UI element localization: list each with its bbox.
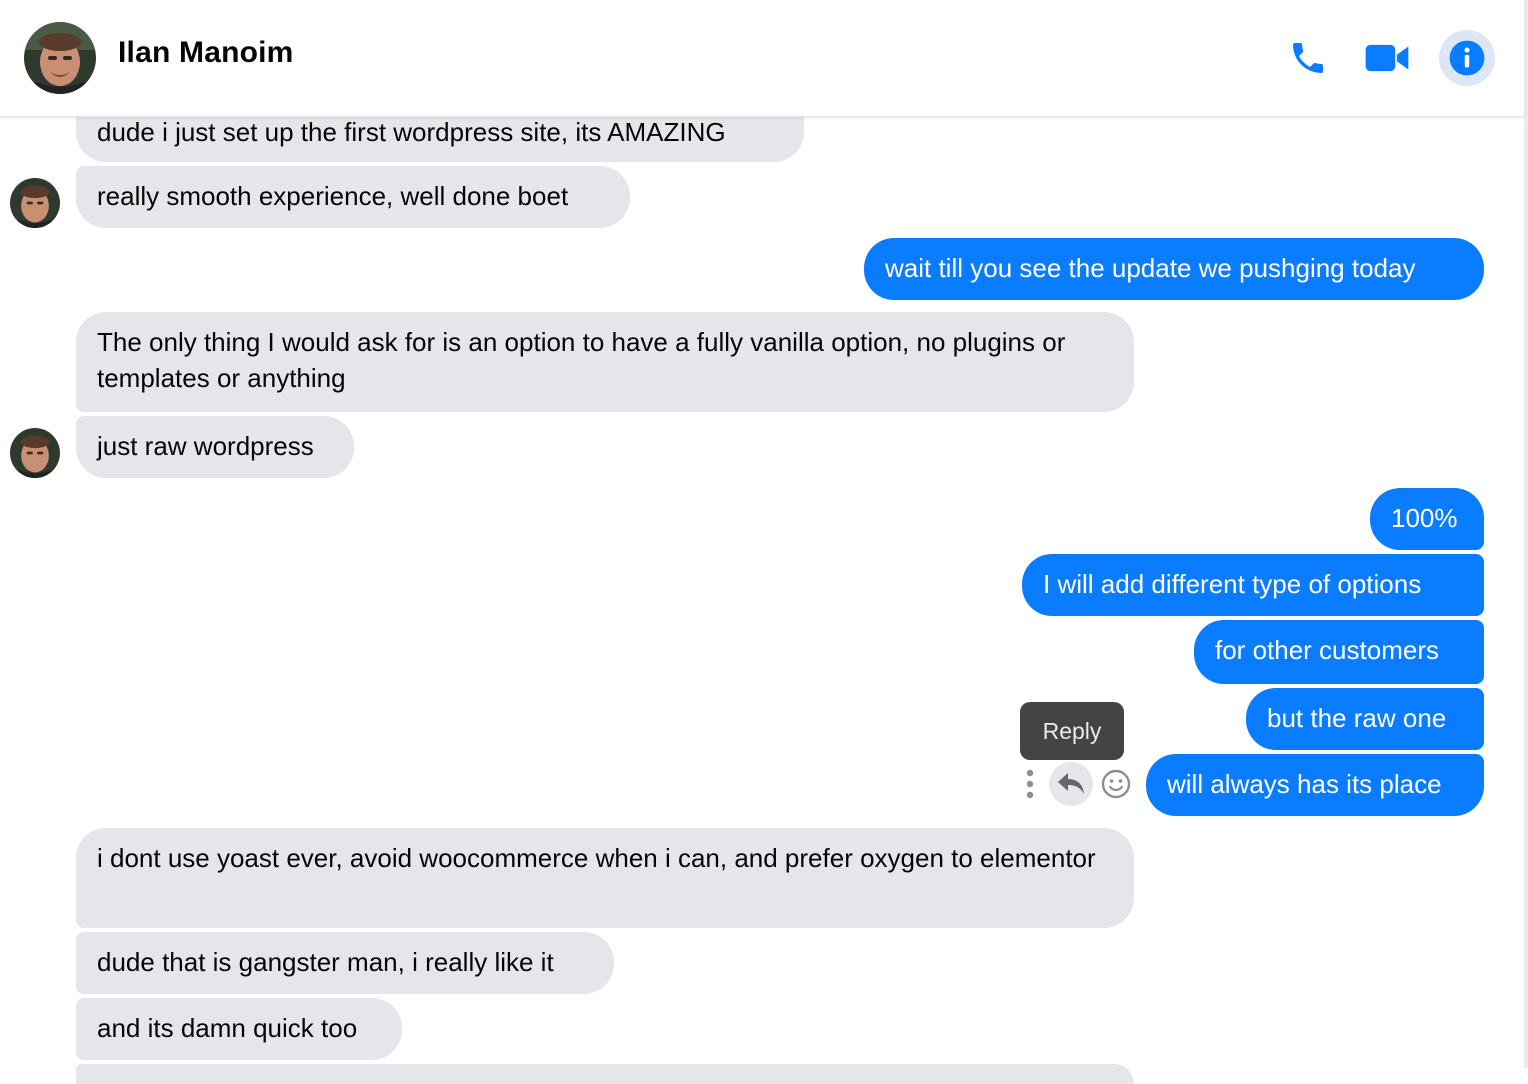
message-bubble-incoming[interactable]: i dont use yoast ever, avoid woocommerce… xyxy=(76,828,1134,928)
message-bubble-outgoing[interactable]: for other customers xyxy=(1194,620,1484,684)
phone-icon[interactable] xyxy=(1280,30,1336,86)
reply-tooltip: Reply xyxy=(1020,702,1124,760)
message-bubble-incoming[interactable]: and its damn quick too xyxy=(76,998,402,1060)
scrollbar-track[interactable] xyxy=(1524,0,1528,1068)
message-bubble-outgoing[interactable]: I will add different type of options xyxy=(1022,554,1484,616)
contact-name: Ilan Manoim xyxy=(118,36,294,69)
more-options-icon[interactable] xyxy=(1018,766,1042,802)
message-bubble-incoming[interactable]: dude that is gangster man, i really like… xyxy=(76,932,614,994)
video-camera-icon[interactable] xyxy=(1359,30,1415,86)
react-emoji-icon[interactable] xyxy=(1100,768,1132,800)
message-bubble-outgoing[interactable]: wait till you see the update we pushging… xyxy=(864,238,1484,300)
info-icon[interactable] xyxy=(1439,30,1495,86)
message-bubble-incoming[interactable]: really smooth experience, well done boet xyxy=(76,166,630,228)
message-bubble-incoming[interactable]: The only thing I would ask for is an opt… xyxy=(76,312,1134,412)
sender-avatar[interactable] xyxy=(10,428,60,478)
sender-avatar[interactable] xyxy=(10,178,60,228)
message-bubble-incoming[interactable]: just raw wordpress xyxy=(76,416,354,478)
contact-avatar[interactable] xyxy=(24,22,96,94)
conversation-header: Ilan Manoim xyxy=(0,0,1524,117)
message-bubble-outgoing[interactable]: but the raw one xyxy=(1246,688,1484,750)
message-bubble-incoming-partial[interactable] xyxy=(76,1064,1134,1084)
reply-icon[interactable] xyxy=(1049,762,1093,806)
message-bubble-outgoing[interactable]: will always has its place xyxy=(1146,754,1484,816)
message-bubble-outgoing[interactable]: 100% xyxy=(1370,488,1484,550)
